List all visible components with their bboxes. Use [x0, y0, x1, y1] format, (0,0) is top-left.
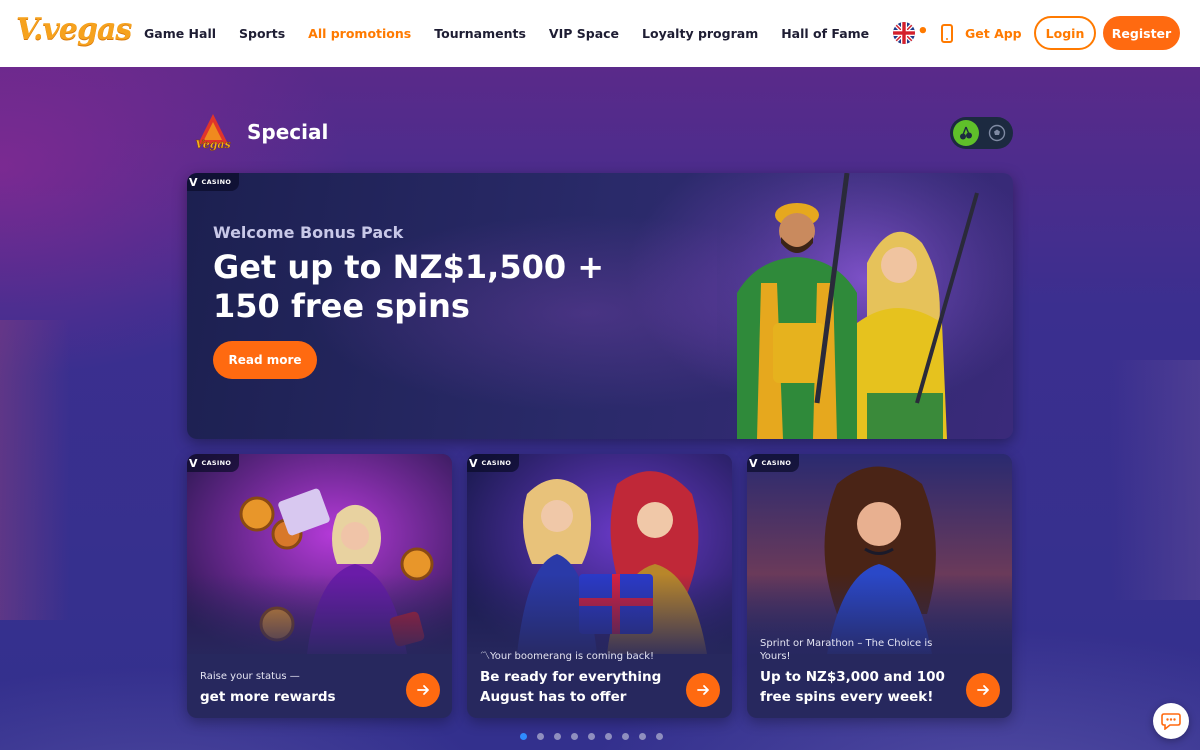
arrow-right-icon [697, 685, 709, 695]
pagination-dot[interactable] [537, 733, 544, 740]
pagination-dot[interactable] [554, 733, 561, 740]
phone-icon [941, 23, 953, 43]
arrow-right-icon [977, 685, 989, 695]
sports-toggle-button[interactable] [984, 120, 1010, 146]
casino-tag: V CASINO [187, 454, 240, 472]
main-nav: Game Hall Sports All promotions Tourname… [144, 0, 930, 67]
login-button[interactable]: Login [1034, 16, 1096, 50]
pagination-dot[interactable] [520, 733, 527, 740]
background-decoration-left [0, 320, 70, 620]
cherries-icon [960, 126, 972, 140]
nav-item-loyalty-program[interactable]: Loyalty program [642, 26, 758, 41]
background-decoration-right [1110, 360, 1200, 600]
pagination-dot[interactable] [656, 733, 663, 740]
pagination-dot[interactable] [622, 733, 629, 740]
nav-item-vip-space[interactable]: VIP Space [549, 26, 619, 41]
hero-title: Get up to NZ$1,500 + 150 free spins [213, 248, 605, 325]
casino-tag-label: CASINO [201, 459, 232, 467]
card-arrow-button[interactable] [406, 673, 440, 707]
nav-item-tournaments[interactable]: Tournaments [434, 26, 526, 41]
card-title: Up to NZ$3,000 and 100 free spins every … [760, 669, 945, 705]
casino-tag: V CASINO [467, 454, 520, 472]
welcome-bonus-banner[interactable]: V CASINO Welcome Bonus Pack Get up to NZ… [187, 173, 1013, 439]
chat-bubble-icon [1161, 713, 1181, 730]
vegas-badge-text: Vegas [195, 138, 231, 151]
vegas-badge-logo: Vegas [190, 112, 236, 156]
v-logo-icon: V [189, 456, 198, 470]
pagination-dot[interactable] [571, 733, 578, 740]
casino-toggle-button[interactable] [953, 120, 979, 146]
v-logo-icon: V [749, 456, 758, 470]
v-logo-icon: V [469, 456, 478, 470]
card-arrow-button[interactable] [966, 673, 1000, 707]
pagination-dot[interactable] [639, 733, 646, 740]
uk-flag-icon[interactable] [893, 22, 915, 44]
read-more-button[interactable]: Read more [213, 341, 317, 379]
card-arrow-button[interactable] [686, 673, 720, 707]
nav-item-sports[interactable]: Sports [239, 26, 285, 41]
card-title: Be ready for everything August has to of… [480, 669, 662, 705]
card-subtitle: Raise your status — [200, 671, 300, 682]
hero-kicker: Welcome Bonus Pack [213, 223, 404, 242]
nav-item-all-promotions[interactable]: All promotions [308, 26, 411, 41]
get-app-label: Get App [965, 25, 1022, 41]
promo-card-boomerang[interactable]: V CASINO 〽Your boomerang is coming back!… [467, 454, 732, 718]
register-button[interactable]: Register [1103, 16, 1180, 50]
v-logo-icon: V [189, 175, 198, 189]
get-app-link[interactable]: Get App [941, 22, 1022, 44]
top-header: V.vegas Game Hall Sports All promotions … [0, 0, 1200, 67]
casino-tag: V CASINO [187, 173, 240, 191]
casino-sports-toggle [950, 117, 1013, 149]
soccer-ball-icon [988, 124, 1006, 142]
section-title: Special [247, 120, 329, 144]
promo-card-raise-status[interactable]: V CASINO Raise your status — get more re… [187, 454, 452, 718]
card-subtitle: 〽Your boomerang is coming back! [480, 651, 655, 662]
hero-characters-illustration [717, 173, 1013, 439]
promo-card-sprint-marathon[interactable]: V CASINO Sprint or Marathon – The Choice… [747, 454, 1012, 718]
card-subtitle: Sprint or Marathon – The Choice is Yours… [760, 638, 933, 662]
pagination-dot[interactable] [588, 733, 595, 740]
casino-tag: V CASINO [747, 454, 800, 472]
casino-tag-label: CASINO [201, 178, 232, 186]
site-logo[interactable]: V.vegas [16, 12, 132, 47]
casino-tag-label: CASINO [481, 459, 512, 467]
arrow-right-icon [417, 685, 429, 695]
carousel-pagination [520, 733, 663, 740]
card-title: get more rewards [200, 689, 336, 705]
card-fade [187, 574, 452, 664]
pagination-dot[interactable] [605, 733, 612, 740]
casino-tag-label: CASINO [761, 459, 792, 467]
chat-button[interactable] [1153, 703, 1189, 739]
nav-item-game-hall[interactable]: Game Hall [144, 26, 216, 41]
nav-item-hall-of-fame[interactable]: Hall of Fame [781, 26, 869, 41]
